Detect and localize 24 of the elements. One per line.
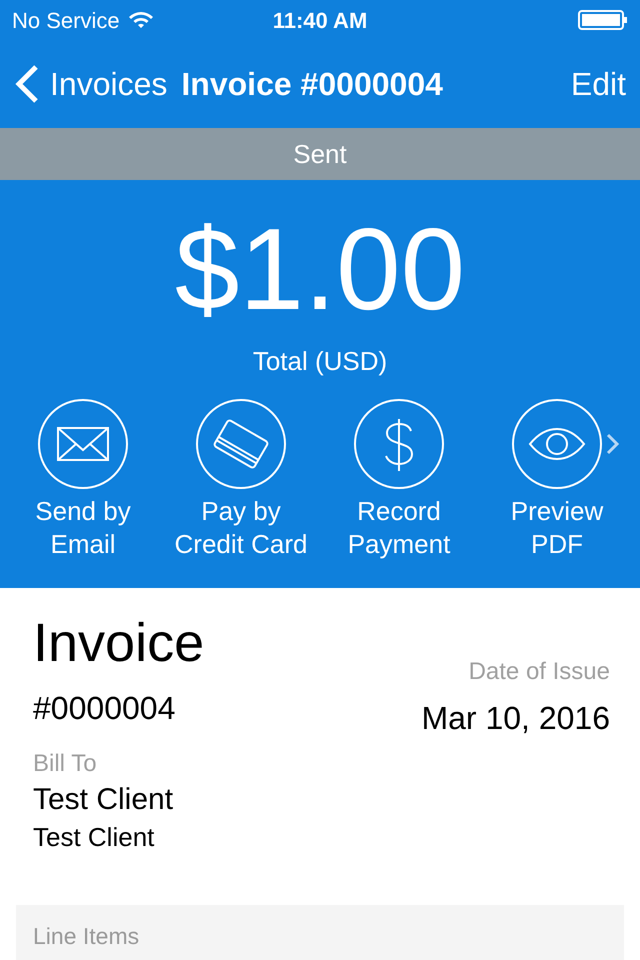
- nav-title: Invoice #0000004: [181, 65, 443, 104]
- action-button[interactable]: Send by Email: [4, 399, 162, 561]
- invoice-heading: Invoice: [33, 612, 204, 674]
- edit-button[interactable]: Edit: [570, 60, 626, 108]
- issue-date: Mar 10, 2016: [421, 699, 610, 738]
- total-label: Total (USD): [252, 345, 388, 378]
- back-button[interactable]: Invoices: [14, 60, 168, 108]
- back-chevron-icon: [14, 64, 40, 104]
- clock-text: 11:40 AM: [272, 6, 368, 34]
- action-button[interactable]: Record Payment: [320, 399, 478, 561]
- action-button[interactable]: Preview PDF: [478, 399, 636, 561]
- bill-to-label: Bill To: [33, 749, 98, 779]
- total-amount: $1.00: [174, 204, 466, 334]
- battery-icon: [578, 10, 628, 30]
- date-label: Date of Issue: [468, 657, 610, 687]
- line-items-label: Line Items: [33, 923, 140, 949]
- scroll-chevron-icon: [606, 433, 620, 455]
- action-button[interactable]: Pay by Credit Card: [162, 399, 320, 561]
- status-banner: Sent: [0, 128, 640, 180]
- carrier-text: No Service: [12, 6, 120, 34]
- wifi-icon: [128, 10, 154, 30]
- client-detail: Test Client: [33, 821, 156, 854]
- invoice-number: #0000004: [33, 689, 176, 728]
- client-name: Test Client: [33, 782, 174, 818]
